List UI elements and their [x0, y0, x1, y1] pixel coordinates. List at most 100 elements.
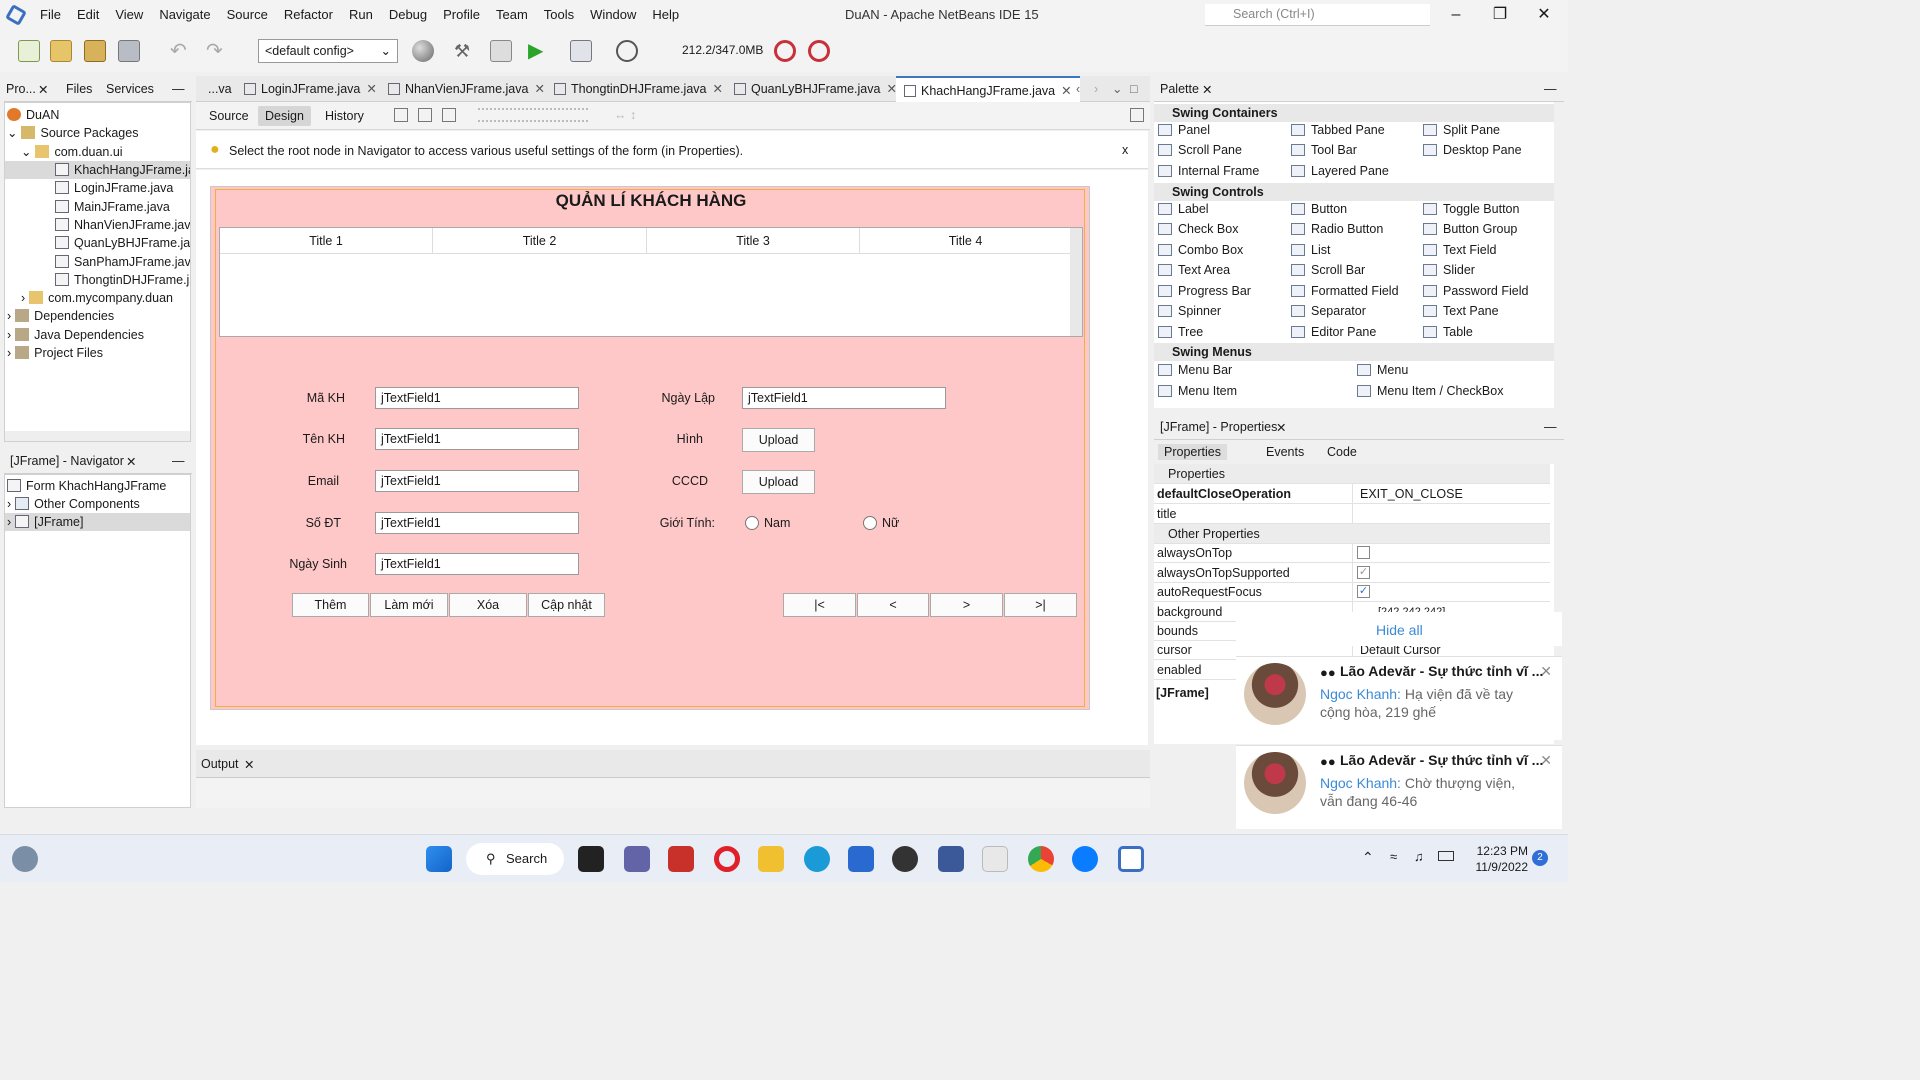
- dell-icon[interactable]: [892, 846, 918, 872]
- profiler-snapshot-icon[interactable]: [808, 40, 830, 62]
- palette-item[interactable]: Password Field: [1423, 284, 1528, 298]
- taskbar-search[interactable]: ⚲ Search: [466, 843, 564, 875]
- menu-edit[interactable]: Edit: [69, 0, 107, 30]
- tree-item-file[interactable]: SanPhamJFrame.java: [55, 253, 190, 271]
- task-view-icon[interactable]: [578, 846, 604, 872]
- property-row[interactable]: title: [1154, 504, 1550, 524]
- close-icon[interactable]: ✕: [366, 82, 376, 96]
- menu-run[interactable]: Run: [341, 0, 381, 30]
- first-record-button[interactable]: |<: [783, 593, 856, 617]
- notification-card[interactable]: ●● Lão Adevăr - Sự thức tỉnh vĩ ... Ngoc…: [1236, 656, 1562, 740]
- palette-item[interactable]: Menu Item / CheckBox: [1357, 384, 1503, 398]
- property-row[interactable]: alwaysOnTopSupported ✓: [1154, 563, 1550, 583]
- new-file-icon[interactable]: [18, 40, 40, 62]
- tree-item-file[interactable]: NhanVienJFrame.java: [55, 216, 190, 234]
- netbeans-taskbar-icon[interactable]: [1118, 846, 1144, 872]
- menu-window[interactable]: Window: [582, 0, 644, 30]
- palette-category-controls[interactable]: Swing Controls: [1154, 183, 1554, 201]
- menu-file[interactable]: File: [32, 0, 69, 30]
- prev-record-button[interactable]: <: [857, 593, 929, 617]
- design-view-button[interactable]: Design: [258, 106, 311, 126]
- save-all-icon[interactable]: [118, 40, 140, 62]
- close-icon[interactable]: ✕: [38, 82, 48, 97]
- tree-item-project[interactable]: DuAN: [7, 106, 59, 124]
- palette-item[interactable]: Tree: [1158, 325, 1203, 339]
- tab-events[interactable]: Events: [1266, 445, 1304, 459]
- palette-item[interactable]: Text Field: [1423, 243, 1497, 257]
- nav-item-other-components[interactable]: › Other Components: [7, 495, 140, 513]
- tree-item-file[interactable]: LoginJFrame.java: [55, 179, 173, 197]
- table-header[interactable]: Title 1: [220, 228, 433, 254]
- customer-table[interactable]: Title 1 Title 2 Title 3 Title 4: [219, 227, 1083, 337]
- palette-item[interactable]: Separator: [1291, 304, 1366, 318]
- palette-item[interactable]: Editor Pane: [1291, 325, 1376, 339]
- preview-design-icon[interactable]: [442, 108, 456, 122]
- chevron-down-icon[interactable]: ⌄: [1112, 76, 1122, 102]
- tree-item-file[interactable]: KhachHangJFrame.java: [5, 161, 190, 179]
- profile-icon[interactable]: [616, 40, 638, 62]
- jframe-form[interactable]: QUẢN LÍ KHÁCH HÀNG Title 1 Title 2 Title…: [210, 186, 1090, 710]
- file-explorer-icon[interactable]: [758, 846, 784, 872]
- undo-icon[interactable]: ↶: [170, 40, 192, 62]
- close-icon[interactable]: ✕: [1061, 84, 1071, 98]
- run-icon[interactable]: ▶: [528, 40, 550, 62]
- next-record-button[interactable]: >: [930, 593, 1003, 617]
- tab-navigator[interactable]: [JFrame] - Navigator: [10, 454, 124, 468]
- email-field[interactable]: jTextField1: [375, 470, 579, 492]
- nav-item-form[interactable]: Form KhachHangJFrame: [7, 477, 166, 495]
- open-project-icon[interactable]: [84, 40, 106, 62]
- hide-all-button[interactable]: Hide all: [1376, 622, 1423, 638]
- palette-item[interactable]: Internal Frame: [1158, 164, 1259, 178]
- tree-item-java-dependencies[interactable]: › Java Dependencies: [7, 326, 144, 344]
- close-icon[interactable]: ✕: [1202, 82, 1212, 97]
- xoa-button[interactable]: Xóa: [449, 593, 527, 617]
- tree-item-file[interactable]: ThongtinDHJFrame.java: [55, 271, 190, 289]
- palette-item[interactable]: Menu Item: [1158, 384, 1237, 398]
- palette-item[interactable]: Toggle Button: [1423, 202, 1519, 216]
- table-scrollbar[interactable]: [1070, 228, 1082, 336]
- hint-close-button[interactable]: x: [1122, 143, 1128, 157]
- tab-thongtin[interactable]: ThongtinDHJFrame.java ✕: [554, 76, 723, 102]
- globe-icon[interactable]: [412, 40, 434, 62]
- ide-search-input[interactable]: Search (Ctrl+I): [1205, 4, 1430, 26]
- minimize-panel-icon[interactable]: —: [1544, 82, 1557, 96]
- opera-icon[interactable]: [714, 846, 740, 872]
- maximize-editor-icon[interactable]: □: [1130, 76, 1138, 102]
- tab-properties[interactable]: Properties: [1158, 444, 1227, 460]
- new-project-icon[interactable]: [50, 40, 72, 62]
- ngay-sinh-field[interactable]: jTextField1: [375, 553, 579, 575]
- close-button[interactable]: ✕: [1524, 0, 1564, 30]
- menu-tools[interactable]: Tools: [536, 0, 582, 30]
- palette-item[interactable]: Desktop Pane: [1423, 143, 1522, 157]
- lam-moi-button[interactable]: Làm mới: [370, 593, 448, 617]
- palette-item[interactable]: Menu Bar: [1158, 363, 1232, 377]
- property-row[interactable]: alwaysOnTop: [1154, 543, 1550, 563]
- memory-indicator[interactable]: 212.2/347.0MB: [682, 43, 763, 57]
- palette-item[interactable]: Scroll Pane: [1158, 143, 1242, 157]
- debug-icon[interactable]: [570, 40, 592, 62]
- menu-profile[interactable]: Profile: [435, 0, 488, 30]
- facebook-icon[interactable]: [938, 846, 964, 872]
- table-header[interactable]: Title 4: [860, 228, 1072, 254]
- tab-output[interactable]: Output: [201, 757, 239, 771]
- tab-properties-window[interactable]: [JFrame] - Properties: [1160, 420, 1277, 434]
- tab-khachhang[interactable]: KhachHangJFrame.java ✕: [896, 76, 1080, 102]
- selection-mode-icon[interactable]: [394, 108, 408, 122]
- palette-item[interactable]: Scroll Bar: [1291, 263, 1365, 277]
- radio-nu[interactable]: [863, 516, 877, 530]
- close-icon[interactable]: ✕: [126, 454, 136, 469]
- property-section[interactable]: Properties: [1154, 464, 1550, 484]
- ma-kh-field[interactable]: jTextField1: [375, 387, 579, 409]
- chevron-left-icon[interactable]: ‹: [1076, 76, 1080, 102]
- tree-item-file[interactable]: QuanLyBHJFrame.java: [55, 234, 190, 252]
- edge-icon[interactable]: [804, 846, 830, 872]
- palette-item[interactable]: Button Group: [1423, 222, 1517, 236]
- minimize-panel-icon[interactable]: —: [1544, 420, 1557, 434]
- property-checkbox[interactable]: ✓: [1357, 585, 1370, 598]
- menu-source[interactable]: Source: [219, 0, 276, 30]
- close-icon[interactable]: ✕: [1276, 420, 1286, 435]
- grid-icon[interactable]: [1130, 108, 1144, 122]
- tab-file-overflow[interactable]: ...va: [208, 76, 232, 102]
- tab-projects[interactable]: Pro...: [6, 82, 36, 96]
- property-row[interactable]: defaultCloseOperation EXIT_ON_CLOSE: [1154, 484, 1550, 504]
